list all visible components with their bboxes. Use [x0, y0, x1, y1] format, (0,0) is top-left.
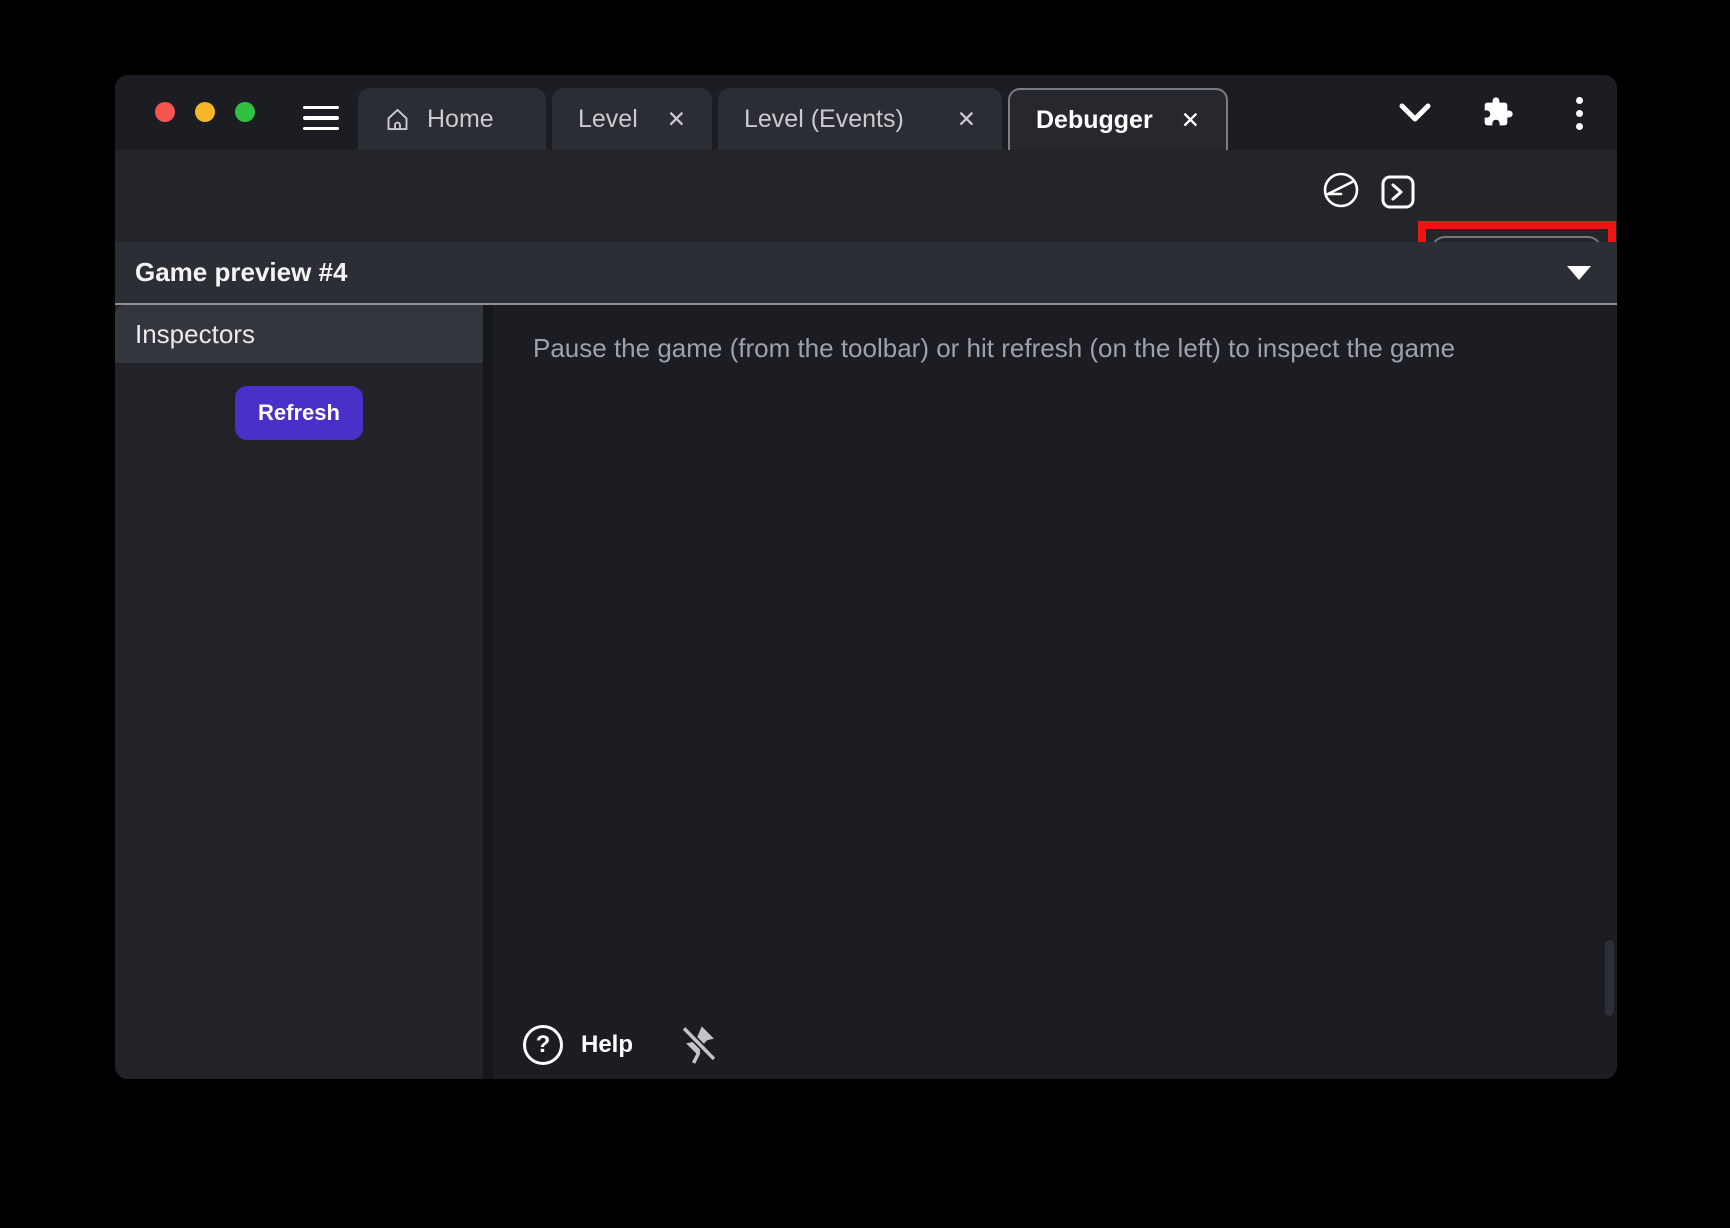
debugger-hint-message: Pause the game (from the toolbar) or hit…: [533, 333, 1455, 364]
kebab-menu-icon[interactable]: [1569, 95, 1589, 131]
debugger-toolbar: Pause: [115, 150, 1617, 242]
close-tab-icon[interactable]: ✕: [957, 108, 976, 131]
help-label: Help: [581, 1031, 633, 1059]
home-icon: [384, 106, 411, 133]
tab-level[interactable]: Level ✕: [552, 88, 712, 150]
tab-label: Level: [578, 105, 638, 134]
chevron-down-icon[interactable]: [1397, 99, 1433, 127]
content-area: Inspectors Refresh Pause the game (from …: [115, 305, 1617, 1079]
tab-bar: Home Level ✕ Level (Events) ✕ Debugger ✕: [358, 88, 1228, 150]
refresh-button[interactable]: Refresh: [235, 386, 363, 440]
game-preview-title: Game preview #4: [135, 257, 347, 288]
game-preview-selector[interactable]: Game preview #4: [115, 242, 1617, 305]
close-window-button[interactable]: [155, 102, 175, 122]
tab-debugger[interactable]: Debugger ✕: [1008, 88, 1228, 150]
unpin-icon[interactable]: [679, 1023, 719, 1067]
help-button[interactable]: ? Help: [523, 1025, 633, 1065]
close-tab-icon[interactable]: ✕: [667, 108, 686, 131]
scrollbar-thumb[interactable]: [1605, 940, 1614, 1016]
dropdown-caret-icon: [1567, 266, 1591, 280]
inspector-main-panel: Pause the game (from the toolbar) or hit…: [493, 305, 1617, 1079]
main-menu-icon[interactable]: [303, 104, 341, 132]
tab-label: Level (Events): [744, 105, 904, 134]
desktop-background: Home Level ✕ Level (Events) ✕ Debugger ✕: [0, 0, 1730, 1228]
console-icon[interactable]: [1380, 174, 1416, 210]
titlebar: Home Level ✕ Level (Events) ✕ Debugger ✕: [115, 75, 1617, 150]
minimize-window-button[interactable]: [195, 102, 215, 122]
close-tab-icon[interactable]: ✕: [1181, 109, 1200, 132]
tab-label: Debugger: [1036, 106, 1153, 135]
help-icon: ?: [523, 1025, 563, 1065]
inspectors-sidebar: Inspectors Refresh: [115, 305, 483, 1079]
traffic-lights: [155, 102, 255, 122]
tab-label: Home: [427, 105, 494, 134]
debugger-window: Home Level ✕ Level (Events) ✕ Debugger ✕: [115, 75, 1617, 1079]
tab-home[interactable]: Home: [358, 88, 546, 150]
inspectors-header: Inspectors: [115, 305, 483, 363]
tab-level-events[interactable]: Level (Events) ✕: [718, 88, 1002, 150]
extensions-puzzle-icon[interactable]: [1481, 95, 1515, 129]
zoom-window-button[interactable]: [235, 102, 255, 122]
profiler-gauge-icon[interactable]: [1321, 170, 1361, 210]
footer-bar: ? Help: [523, 1023, 719, 1067]
